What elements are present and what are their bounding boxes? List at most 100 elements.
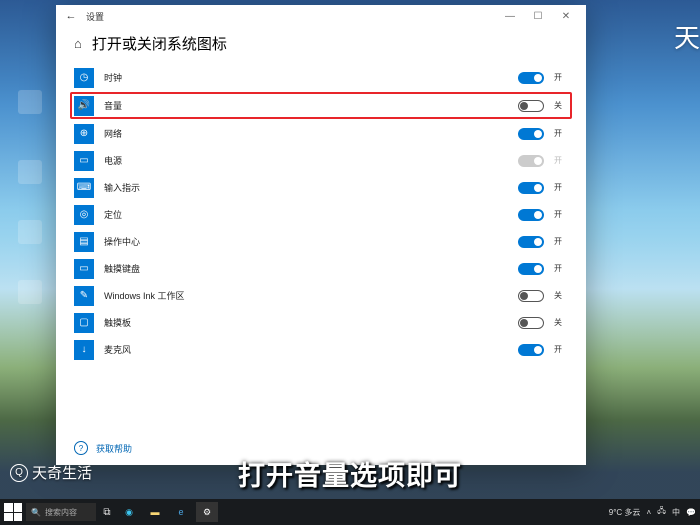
row-label: 音量: [104, 99, 508, 112]
help-label: 获取帮助: [96, 442, 132, 455]
toggle-state-label: 开: [554, 155, 568, 166]
minimize-button[interactable]: —: [496, 11, 524, 22]
toggle-knob: [534, 74, 542, 82]
system-icon-row: ✎ Windows Ink 工作区 关: [70, 282, 572, 309]
toggle-state-label: 开: [554, 72, 568, 83]
task-view-icon[interactable]: ⧉: [100, 505, 114, 519]
system-icon-row: ◷ 时钟 开: [70, 64, 572, 91]
toggle-state-label: 开: [554, 263, 568, 274]
toggle-knob: [534, 157, 542, 165]
network-icon: ⊕: [74, 124, 94, 144]
clock-icon: ◷: [74, 68, 94, 88]
row-label: 网络: [104, 127, 508, 140]
mic-icon: ↓: [74, 340, 94, 360]
system-icon-row: ↓ 麦克风 开: [70, 336, 572, 363]
ink-icon: ✎: [74, 286, 94, 306]
search-placeholder: 搜索内容: [45, 507, 77, 518]
toggle-switch[interactable]: [518, 100, 544, 112]
back-button[interactable]: ←: [62, 10, 80, 22]
watermark-text: 天: [674, 18, 700, 55]
toggle-switch[interactable]: [518, 128, 544, 140]
system-icon-row: ⌨ 输入指示 开: [70, 174, 572, 201]
toggle-state-label: 关: [554, 290, 568, 301]
row-label: 操作中心: [104, 235, 508, 248]
desktop-shortcut[interactable]: [10, 280, 50, 306]
toggle-state-label: 开: [554, 209, 568, 220]
system-tray: 9°C 多云 ˄ 🖧 中 💬: [609, 505, 696, 519]
row-label: Windows Ink 工作区: [104, 289, 508, 302]
system-icon-row: ▤ 操作中心 开: [70, 228, 572, 255]
taskbar-app-browser[interactable]: e: [170, 502, 192, 522]
row-label: 定位: [104, 208, 508, 221]
toggle-knob: [534, 184, 542, 192]
system-icon-row: ⊕ 网络 开: [70, 120, 572, 147]
window-titlebar: ← 设置 — ☐ ✕: [56, 5, 586, 27]
taskbar-app-explorer[interactable]: ▬: [144, 502, 166, 522]
toggle-state-label: 开: [554, 344, 568, 355]
help-icon: ?: [74, 441, 88, 455]
action-icon: ▤: [74, 232, 94, 252]
page-title: 打开或关闭系统图标: [92, 33, 227, 54]
toggle-switch[interactable]: [518, 344, 544, 356]
system-icon-row: 🔊 音量 关: [70, 92, 572, 119]
tray-network-icon[interactable]: 🖧: [657, 505, 666, 519]
maximize-button[interactable]: ☐: [524, 11, 552, 22]
tray-weather[interactable]: 9°C 多云: [609, 507, 641, 518]
toggle-state-label: 开: [554, 128, 568, 139]
settings-window: ← 设置 — ☐ ✕ ⌂ 打开或关闭系统图标 ◷时钟开🔊音量关⊕网络开▭电源开⌨…: [56, 5, 586, 465]
toggle-switch: [518, 155, 544, 167]
taskbar-search[interactable]: 🔍 搜索内容: [26, 503, 96, 521]
row-label: 触摸板: [104, 316, 508, 329]
toggle-knob: [534, 211, 542, 219]
system-icon-row: ▭ 触摸键盘 开: [70, 255, 572, 282]
video-caption: 打开音量选项即可: [0, 454, 700, 493]
toggle-knob: [520, 319, 528, 327]
row-label: 输入指示: [104, 181, 508, 194]
location-icon: ◎: [74, 205, 94, 225]
toggle-knob: [534, 265, 542, 273]
taskbar-app-settings[interactable]: ⚙: [196, 502, 218, 522]
toggle-knob: [520, 292, 528, 300]
toggle-switch[interactable]: [518, 317, 544, 329]
toggle-knob: [534, 238, 542, 246]
close-button[interactable]: ✕: [552, 11, 580, 22]
toggle-switch[interactable]: [518, 209, 544, 221]
page-header: ⌂ 打开或关闭系统图标: [56, 27, 586, 62]
home-icon[interactable]: ⌂: [74, 36, 82, 51]
toggle-switch[interactable]: [518, 236, 544, 248]
tray-notifications-icon[interactable]: 💬: [686, 508, 696, 517]
system-icon-row: ▢ 触摸板 关: [70, 309, 572, 336]
row-label: 触摸键盘: [104, 262, 508, 275]
desktop-shortcut[interactable]: [10, 90, 50, 116]
toggle-state-label: 关: [554, 100, 568, 111]
system-icons-list: ◷时钟开🔊音量关⊕网络开▭电源开⌨输入指示开◎定位开▤操作中心开▭触摸键盘开✎W…: [56, 62, 586, 431]
desktop-shortcut[interactable]: [10, 160, 50, 186]
toggle-knob: [534, 130, 542, 138]
toggle-state-label: 开: [554, 182, 568, 193]
keyboard-icon: ▭: [74, 259, 94, 279]
power-icon: ▭: [74, 151, 94, 171]
window-app-name: 设置: [80, 10, 496, 23]
ime-icon: ⌨: [74, 178, 94, 198]
toggle-state-label: 开: [554, 236, 568, 247]
desktop-shortcut[interactable]: [10, 220, 50, 246]
row-label: 时钟: [104, 71, 508, 84]
toggle-switch[interactable]: [518, 182, 544, 194]
start-button[interactable]: [4, 503, 22, 521]
toggle-state-label: 关: [554, 317, 568, 328]
row-label: 电源: [104, 154, 508, 167]
tray-ime-icon[interactable]: 中: [672, 507, 680, 518]
toggle-switch[interactable]: [518, 290, 544, 302]
toggle-switch[interactable]: [518, 263, 544, 275]
search-icon: 🔍: [31, 508, 41, 517]
toggle-knob: [520, 102, 528, 110]
row-label: 麦克风: [104, 343, 508, 356]
tray-chevron-icon[interactable]: ˄: [646, 508, 651, 517]
system-icon-row: ◎ 定位 开: [70, 201, 572, 228]
system-icon-row: ▭ 电源 开: [70, 147, 572, 174]
taskbar-app-edge[interactable]: ◉: [118, 502, 140, 522]
toggle-switch[interactable]: [518, 72, 544, 84]
volume-icon: 🔊: [74, 96, 94, 116]
touchpad-icon: ▢: [74, 313, 94, 333]
taskbar: 🔍 搜索内容 ⧉ ◉ ▬ e ⚙ 9°C 多云 ˄ 🖧 中 💬: [0, 499, 700, 525]
